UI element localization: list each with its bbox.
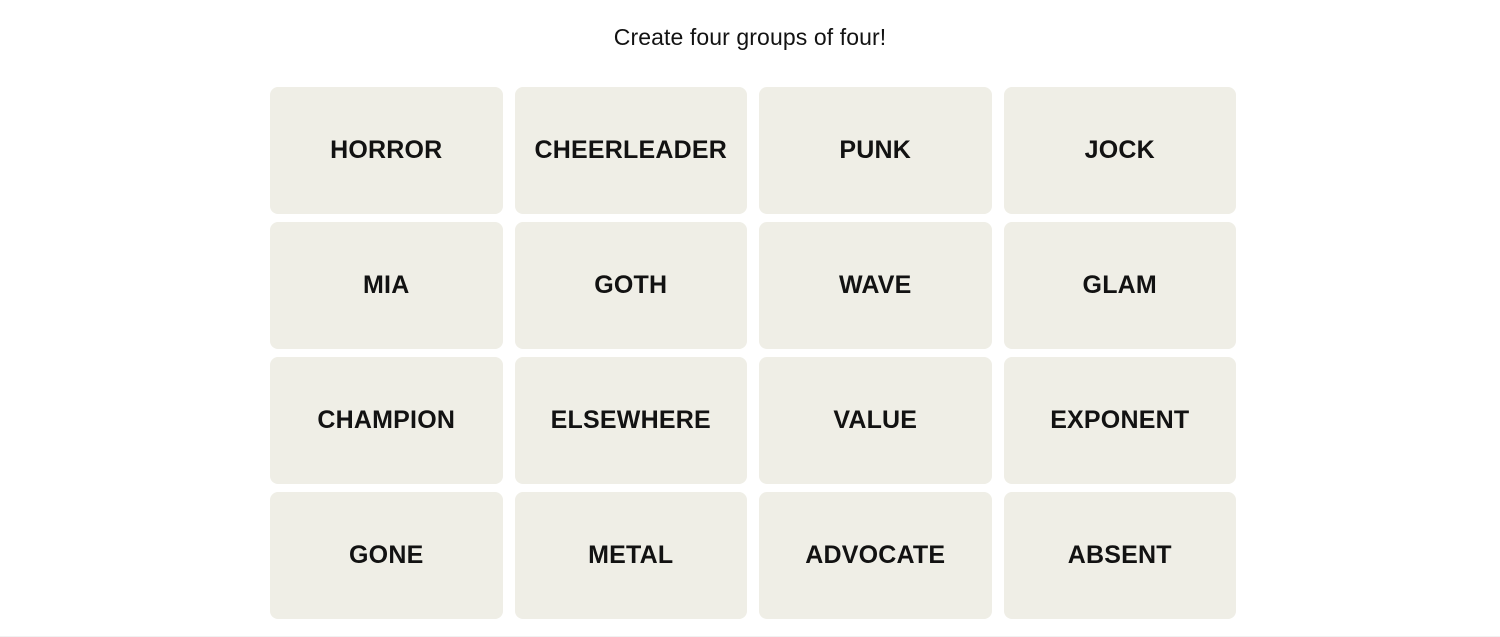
word-tile[interactable]: HORROR: [270, 87, 503, 214]
word-tile-label: EXPONENT: [1050, 406, 1190, 434]
word-tile-label: VALUE: [833, 406, 918, 434]
word-tile-label: GONE: [349, 541, 424, 569]
word-tile[interactable]: WAVE: [759, 222, 992, 349]
word-tile[interactable]: JOCK: [1003, 87, 1236, 214]
word-tile-label: PUNK: [839, 136, 912, 164]
word-tile[interactable]: GLAM: [1003, 222, 1236, 349]
word-tile-label: CHEERLEADER: [534, 136, 727, 164]
word-tile-label: WAVE: [838, 271, 912, 299]
word-tile[interactable]: CHAMPION: [270, 357, 503, 484]
word-tile-label: HORROR: [330, 136, 443, 164]
word-tile-label: CHAMPION: [317, 406, 456, 434]
word-tile[interactable]: VALUE: [759, 357, 992, 484]
word-tile[interactable]: ELSEWHERE: [514, 357, 747, 484]
word-tile[interactable]: ABSENT: [1003, 492, 1236, 619]
word-tile-label: ABSENT: [1067, 541, 1172, 569]
word-tile[interactable]: ADVOCATE: [759, 492, 992, 619]
word-tile-label: GLAM: [1082, 271, 1157, 299]
word-tile-label: JOCK: [1084, 136, 1155, 164]
word-tile-label: ADVOCATE: [805, 541, 946, 569]
word-tile[interactable]: GOTH: [514, 222, 747, 349]
word-tile-label: MIA: [363, 271, 410, 299]
word-tile-label: METAL: [588, 541, 674, 569]
word-tile[interactable]: EXPONENT: [1003, 357, 1236, 484]
connections-game-screen: Create four groups of four! HORROR CHEER…: [0, 0, 1500, 637]
page-title: Create four groups of four!: [613, 24, 887, 50]
word-tile[interactable]: GONE: [270, 492, 503, 619]
word-tile[interactable]: MIA: [270, 222, 503, 349]
word-tile-label: GOTH: [594, 271, 668, 299]
word-grid: HORROR CHEERLEADER PUNK JOCK MIA GOTH WA…: [270, 87, 1236, 619]
word-tile[interactable]: PUNK: [759, 87, 992, 214]
word-tile[interactable]: CHEERLEADER: [514, 87, 747, 214]
word-tile[interactable]: METAL: [514, 492, 747, 619]
word-tile-label: ELSEWHERE: [550, 406, 711, 434]
